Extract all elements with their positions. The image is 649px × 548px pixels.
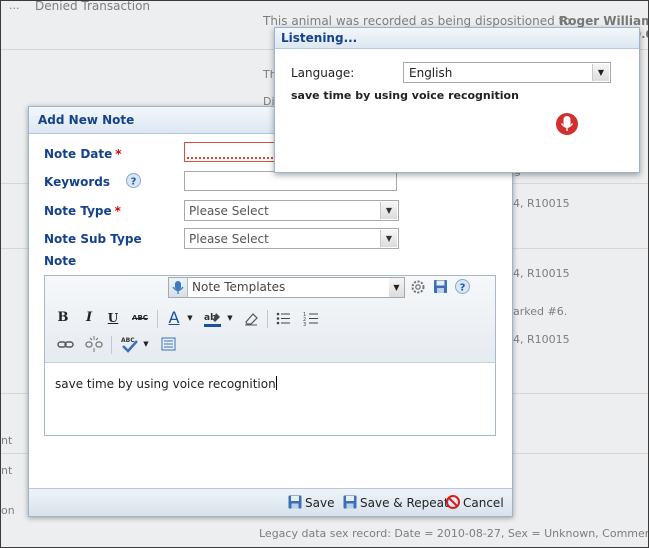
- toolbar-divider: [157, 310, 158, 328]
- eraser-icon[interactable]: [243, 311, 259, 326]
- listening-title: Listening...: [275, 28, 639, 49]
- text-caret: [275, 376, 277, 390]
- source-view-icon[interactable]: [161, 337, 176, 351]
- language-select[interactable]: English ▼: [403, 62, 611, 83]
- bg-ref: 4, R10015: [513, 333, 570, 346]
- chevron-down-icon[interactable]: ▼: [380, 202, 397, 219]
- svg-text:ABC: ABC: [121, 337, 135, 344]
- spellcheck-icon[interactable]: ABC: [119, 335, 139, 353]
- chevron-down-icon[interactable]: ▼: [225, 308, 235, 328]
- language-value: English: [409, 66, 453, 80]
- font-color-button[interactable]: A: [165, 308, 183, 328]
- microphone-icon[interactable]: [555, 112, 579, 136]
- gear-icon[interactable]: [410, 279, 426, 295]
- bg-bottom-text: Legacy data sex record: Date = 2010-08-2…: [259, 527, 649, 540]
- toolbar-divider: [267, 310, 268, 328]
- note-editor[interactable]: Note Templates ▼ ? B I U ABC A ▼ ab ▼ 1 …: [44, 275, 496, 436]
- cancel-icon: [446, 495, 460, 509]
- save-icon[interactable]: [433, 279, 448, 294]
- unlink-icon[interactable]: [85, 336, 103, 352]
- keywords-label: Keywords: [44, 175, 111, 189]
- svg-text:?: ?: [131, 177, 137, 188]
- svg-text:?: ?: [460, 283, 466, 294]
- note-sub-type-label: Note Sub Type: [44, 232, 142, 246]
- italic-button[interactable]: I: [81, 308, 97, 328]
- help-icon[interactable]: ?: [126, 173, 141, 188]
- save-icon: [343, 495, 357, 509]
- page-frame: ... Denied Transaction This animal was r…: [0, 0, 649, 548]
- bg-row-text: This animal was recorded as being dispos…: [263, 14, 571, 28]
- voice-hint: save time by using voice recognition: [291, 89, 519, 102]
- save-button[interactable]: Save: [288, 494, 334, 512]
- note-text: save time by using voice recognition: [55, 377, 276, 391]
- bg-ref: 4, R10015: [513, 197, 570, 210]
- chevron-down-icon[interactable]: ▼: [380, 230, 397, 247]
- dialog-footer: Save Save & Repeat Cancel: [29, 488, 512, 516]
- strikethrough-button[interactable]: ABC: [129, 308, 151, 328]
- numbered-list-icon[interactable]: 123: [303, 311, 319, 326]
- underline-button[interactable]: U: [105, 308, 121, 328]
- cancel-button[interactable]: Cancel: [446, 494, 504, 512]
- bg-left-text: nt: [1, 434, 13, 447]
- keywords-input[interactable]: [184, 171, 397, 191]
- save-repeat-button[interactable]: Save & Repeat: [343, 494, 449, 512]
- note-label: Note: [44, 254, 77, 268]
- listening-popup: Listening... Language: English ▼ save ti…: [274, 27, 640, 173]
- help-icon[interactable]: ?: [455, 279, 470, 294]
- chevron-down-icon[interactable]: ▼: [185, 308, 195, 328]
- bg-row-bold: Roger Williams Park: [559, 14, 648, 28]
- bold-button[interactable]: B: [55, 308, 71, 328]
- note-date-label: Note Date *: [44, 147, 122, 161]
- toolbar-divider: [111, 336, 112, 354]
- bg-left-text: nt: [1, 464, 13, 477]
- link-icon[interactable]: [57, 337, 75, 351]
- highlight-icon[interactable]: ab: [203, 310, 223, 328]
- note-templates-select[interactable]: Note Templates ▼: [168, 277, 405, 298]
- note-editor-content[interactable]: save time by using voice recognition: [55, 376, 277, 391]
- note-type-value: Please Select: [189, 204, 269, 218]
- note-date-input[interactable]: [184, 142, 280, 162]
- save-icon: [288, 495, 302, 509]
- bullet-list-icon[interactable]: [275, 311, 291, 326]
- chevron-down-icon[interactable]: ▼: [592, 64, 609, 81]
- note-type-label: Note Type *: [44, 204, 121, 218]
- editor-toolbar: Note Templates ▼ ? B I U ABC A ▼ ab ▼ 1 …: [45, 276, 495, 363]
- required-mark: *: [115, 147, 122, 161]
- note-templates-label: Note Templates: [192, 280, 286, 294]
- note-type-select[interactable]: Please Select ▼: [184, 200, 399, 221]
- language-label: Language:: [291, 66, 355, 80]
- svg-text:3: 3: [303, 322, 306, 326]
- bg-ref: 4, R10015: [513, 267, 570, 280]
- toolbar-row-insert: ABC ▼: [45, 334, 495, 356]
- note-sub-type-select[interactable]: Please Select ▼: [184, 228, 399, 249]
- note-sub-type-value: Please Select: [189, 232, 269, 246]
- toolbar-row-format: B I U ABC A ▼ ab ▼ 1 2 3: [45, 308, 495, 330]
- chevron-down-icon[interactable]: ▼: [141, 334, 151, 354]
- bg-ref-sub: arked #6.: [513, 305, 568, 318]
- bg-row-label: Denied Transaction: [35, 0, 151, 13]
- required-mark: *: [114, 204, 121, 218]
- bg-ellipsis: ...: [9, 0, 20, 12]
- bg-left-text: on: [1, 504, 15, 517]
- chevron-down-icon[interactable]: ▼: [389, 278, 404, 297]
- microphone-icon[interactable]: [169, 278, 188, 297]
